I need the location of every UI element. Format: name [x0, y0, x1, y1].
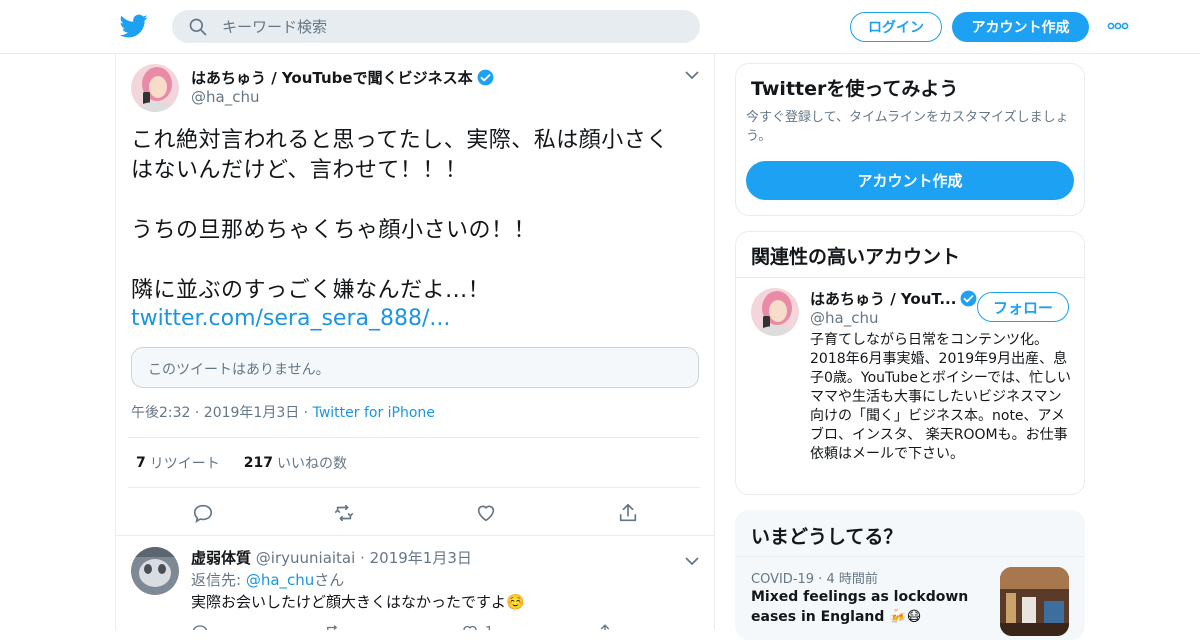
quoted-tweet-unavailable: このツイートはありません。: [131, 347, 699, 388]
chevron-down-icon[interactable]: [685, 70, 699, 80]
search-box[interactable]: [172, 10, 700, 43]
reply-date[interactable]: · 2019年1月3日: [355, 549, 472, 567]
like-heart-icon[interactable]: [475, 502, 497, 524]
author-name-text[interactable]: はあちゅう / YouTubeで聞くビジネス本: [191, 67, 473, 88]
signup-button[interactable]: アカウント作成: [952, 12, 1089, 42]
divider: [736, 556, 1084, 557]
reply-to-handle[interactable]: @ha_chu: [246, 571, 314, 589]
tweet-actions: [116, 498, 714, 528]
reply-actions: 1: [191, 621, 691, 630]
related-account-avatar[interactable]: [751, 288, 799, 336]
follow-button[interactable]: フォロー: [977, 292, 1069, 322]
trends-card: いまどうしてる？ COVID-19 · 4 時間前 Mixed feelings…: [735, 510, 1085, 640]
trends-title: いまどうしてる？: [751, 526, 903, 548]
retweet-count-label[interactable]: リツイート: [150, 453, 220, 473]
share-icon[interactable]: [617, 502, 639, 524]
trend-title[interactable]: Mixed feelings as lockdown eases in Engl…: [751, 587, 991, 627]
tweet-text: これ絶対言われると思ってたし、実際、私は顔小さく はないんだけど、言わせて！！！…: [131, 128, 669, 303]
reply-to-prefix: 返信先:: [191, 571, 246, 589]
search-input[interactable]: [222, 17, 662, 36]
author-handle[interactable]: @ha_chu: [191, 88, 259, 106]
share-icon[interactable]: [596, 623, 614, 630]
tweet-stats: 7 リツイート 217 いいねの数: [128, 437, 700, 488]
reply-author-handle[interactable]: @iryuuniaitai: [256, 549, 356, 567]
tweet-metadata: 午後2:32 · 2019年1月3日 · Twitter for iPhone: [131, 402, 435, 422]
login-button[interactable]: ログイン: [850, 12, 942, 42]
related-accounts-card: 関連性の高いアカウント はあちゅう / YouT... @ha_chu フォロー…: [735, 231, 1085, 495]
author-name[interactable]: はあちゅう / YouTubeで聞くビジネス本: [191, 67, 495, 88]
related-accounts-title: 関連性の高いアカウント: [751, 246, 961, 268]
reply-to-suffix: さん: [314, 571, 345, 589]
reply-avatar[interactable]: [131, 547, 179, 595]
trend-thumbnail[interactable]: [1000, 567, 1069, 636]
reply-to-line: 返信先: @ha_chuさん: [191, 569, 344, 590]
trend-meta: COVID-19 · 4 時間前: [751, 572, 878, 587]
verified-badge-icon: [477, 69, 493, 86]
tweet-link[interactable]: twitter.com/sera_sera_888/...: [131, 306, 450, 331]
reply-text: 実際お会いしたけど顔大きくはなかったですよ☺️: [191, 593, 525, 611]
reply-author-name[interactable]: 虚弱体質: [191, 549, 251, 567]
reply-header: 虚弱体質 @iryuuniaitai · 2019年1月3日: [191, 547, 472, 568]
twitter-bird-icon[interactable]: [120, 12, 148, 40]
tweet-source[interactable]: Twitter for iPhone: [313, 405, 435, 421]
signup-card-title: Twitterを使ってみよう: [751, 78, 959, 100]
tweet-column: はあちゅう / YouTubeで聞くビジネス本 @ha_chu これ絶対言われる…: [115, 54, 715, 630]
top-bar: ログイン アカウント作成: [0, 0, 1200, 54]
retweet-count[interactable]: 7: [136, 455, 146, 471]
verified-badge-icon: [961, 290, 977, 307]
like-count-label[interactable]: いいねの数: [277, 453, 347, 473]
related-account-name[interactable]: はあちゅう / YouT...: [810, 288, 978, 309]
reply-icon[interactable]: [192, 502, 214, 524]
reply-like-count: 1: [485, 625, 493, 630]
tweet-timestamp[interactable]: 午後2:32 · 2019年1月3日 ·: [131, 405, 313, 421]
related-account-bio: 子育てしながら日常をコンテンツ化。2018年6月事実婚、2019年9月出産、息子…: [810, 332, 1071, 462]
related-account-handle[interactable]: @ha_chu: [810, 309, 878, 327]
signup-card: Twitterを使ってみよう 今すぐ登録して、タイムラインをカスタマイズしましょ…: [735, 63, 1085, 216]
main-tweet: はあちゅう / YouTubeで聞くビジネス本 @ha_chu これ絶対言われる…: [116, 54, 714, 536]
reply-icon[interactable]: [191, 623, 209, 630]
signup-card-button[interactable]: アカウント作成: [746, 161, 1074, 200]
related-account-name-text[interactable]: はあちゅう / YouT...: [810, 288, 956, 309]
signup-card-description: 今すぐ登録して、タイムラインをカスタマイズしましょう。: [746, 110, 1069, 144]
reply-tweet[interactable]: 虚弱体質 @iryuuniaitai · 2019年1月3日 返信先: @ha_…: [116, 537, 714, 630]
retweet-icon[interactable]: [324, 623, 342, 630]
like-heart-icon[interactable]: [461, 623, 479, 630]
author-avatar[interactable]: [131, 64, 179, 112]
search-icon: [189, 18, 207, 35]
divider: [736, 277, 1084, 278]
like-count[interactable]: 217: [244, 455, 273, 471]
more-icon[interactable]: [1107, 19, 1129, 33]
retweet-icon[interactable]: [333, 502, 355, 524]
chevron-down-icon[interactable]: [685, 556, 699, 566]
